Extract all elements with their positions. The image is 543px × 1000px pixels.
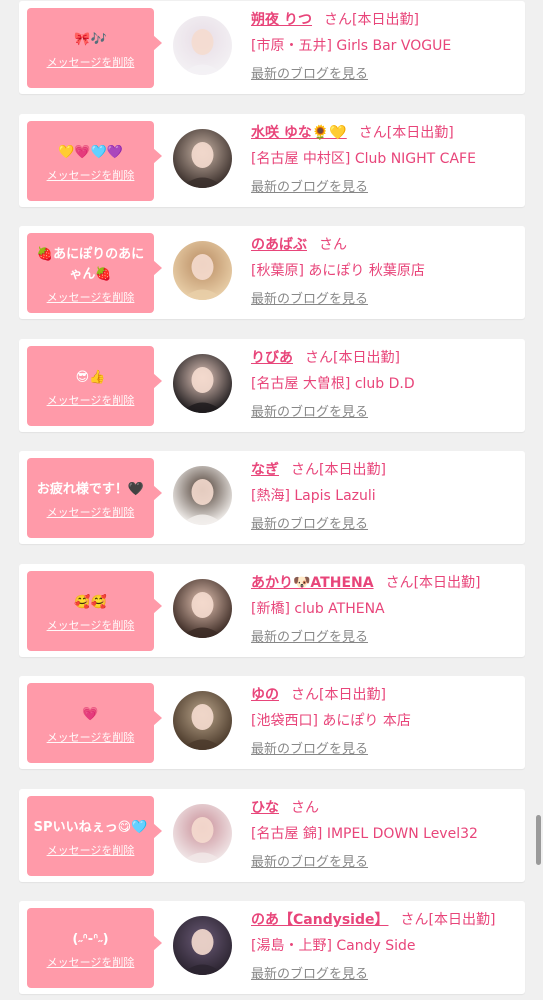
message-bubble: 🥰🥰 メッセージを削除 (27, 570, 162, 651)
cast-card: お疲れ様です！🖤 メッセージを削除 なぎ さん[本日出勤] [熱海] Lapis Laz… (19, 451, 525, 544)
avatar[interactable] (173, 691, 232, 750)
avatar[interactable] (173, 128, 232, 188)
message-text: お疲れ様です！🖤 (36, 482, 145, 497)
message-text: 💛💗🩵💜 (58, 144, 123, 160)
latest-blog-link[interactable]: 最新のブログを見る (251, 628, 368, 648)
delete-message-link[interactable]: メッセージを削除 (47, 617, 135, 633)
latest-blog-link[interactable]: 最新のブログを見る (251, 965, 368, 985)
shop-name: [市原・五井] Girls Bar VOGUE (251, 38, 452, 54)
work-status: [本日出勤] (333, 349, 400, 366)
latest-blog-link[interactable]: 最新のブログを見る (251, 403, 368, 423)
message-bubble: 💛💗🩵💜 メッセージを削除 (27, 120, 162, 201)
work-status: [本日出勤] (352, 12, 419, 28)
cast-name-link[interactable]: 水咲 ゆな🌻💛 (251, 125, 347, 141)
avatar[interactable] (173, 241, 232, 300)
honorific: さん (305, 349, 333, 366)
delete-message-link[interactable]: メッセージを削除 (47, 504, 135, 520)
avatar[interactable] (173, 353, 232, 413)
message-bubble: お疲れ様です！🖤 メッセージを削除 (27, 458, 162, 538)
name-line: のあ【Candyside】 さん[本日出勤] (251, 910, 495, 930)
message-text: (˶ᐢ-ᐢ˶) (72, 932, 109, 947)
name-line: のあばぶ さん (251, 235, 347, 255)
honorific: さん (319, 237, 347, 253)
shop-name: [熱海] Lapis Lazuli (251, 488, 376, 504)
message-bubble: SPいいねぇっ😋🩵 メッセージを削除 (27, 795, 162, 876)
cast-card: (˶ᐢ-ᐢ˶) メッセージを削除 のあ【Candyside】 さん[本日出勤] [湯島・… (19, 901, 525, 994)
cast-name-link[interactable]: 朔夜 りつ (251, 12, 312, 28)
cast-card: 💗 メッセージを削除 ゆの さん[本日出勤] [池袋西口] あにぽり 本店最新のブログを… (19, 676, 525, 769)
honorific: さん (358, 124, 387, 141)
cast-name-link[interactable]: のあ【Candyside】 (251, 912, 388, 928)
shop-name: [新橋] club ATHENA (251, 600, 385, 617)
message-text: 🍓あにぽりのあにゃん🍓 (36, 247, 145, 282)
name-line: 朔夜 りつ さん[本日出勤] (251, 10, 419, 30)
latest-blog-link[interactable]: 最新のブログを見る (251, 290, 368, 310)
shop-name: [名古屋 中村区] Club NIGHT CAFE (251, 150, 476, 167)
message-text: 🥰🥰 (74, 594, 107, 610)
cast-card: 💛💗🩵💜 メッセージを削除 水咲 ゆな🌻💛 さん[本日出勤] [名古屋 中村区] Clu… (19, 113, 525, 207)
shop-name: [名古屋 錦] IMPEL DOWN Level32 (251, 825, 478, 842)
scrollbar[interactable] (536, 815, 541, 865)
cast-card: 🎀🎶 メッセージを削除 朔夜 りつ さん[本日出勤] [市原・五井] Girls Bar… (19, 1, 525, 94)
name-line: りびあ さん[本日出勤] (251, 348, 400, 368)
cast-name-link[interactable]: りびあ (251, 350, 293, 366)
delete-message-link[interactable]: メッセージを削除 (47, 289, 135, 305)
avatar[interactable] (173, 578, 232, 638)
message-bubble: 😎👍 メッセージを削除 (27, 345, 162, 426)
cast-name-link[interactable]: あかり🐶ATHENA (251, 575, 374, 591)
delete-message-link[interactable]: メッセージを削除 (47, 392, 135, 408)
honorific: さん (400, 912, 429, 928)
message-text: 😎👍 (75, 369, 106, 385)
shop-name: [秋葉原] あにぽり 秋葉原店 (251, 263, 425, 279)
honorific: さん (385, 574, 414, 591)
shop-name: [名古屋 大曽根] club D.D (251, 375, 415, 392)
honorific: さん (291, 687, 319, 703)
latest-blog-link[interactable]: 最新のブログを見る (251, 65, 368, 85)
cast-card: 🥰🥰 メッセージを削除 あかり🐶ATHENA さん[本日出勤] [新橋] club AT… (19, 563, 525, 657)
honorific: さん (291, 799, 319, 816)
avatar[interactable] (173, 803, 232, 863)
message-bubble: 🎀🎶 メッセージを削除 (27, 8, 162, 88)
work-status: [本日出勤] (386, 124, 454, 141)
name-line: ひな さん (251, 798, 319, 818)
cast-name-link[interactable]: のあばぶ (251, 237, 307, 253)
message-bubble: 💗 メッセージを削除 (27, 683, 162, 763)
name-line: 水咲 ゆな🌻💛 さん[本日出勤] (251, 123, 454, 143)
avatar[interactable] (173, 16, 232, 75)
work-status: [本日出勤] (319, 462, 386, 478)
cast-name-link[interactable]: ゆの (251, 687, 279, 703)
message-bubble: 🍓あにぽりのあにゃん🍓 メッセージを削除 (27, 233, 162, 313)
delete-message-link[interactable]: メッセージを削除 (47, 167, 135, 183)
cast-card: 😎👍 メッセージを削除 りびあ さん[本日出勤] [名古屋 大曽根] club D.D 最… (19, 338, 525, 432)
work-status: [本日出勤] (428, 912, 496, 928)
cast-card: 🍓あにぽりのあにゃん🍓 メッセージを削除 のあばぶ さん [秋葉原] あにぽり 秋葉原店… (19, 226, 525, 319)
shop-name: [池袋西口] あにぽり 本店 (251, 713, 411, 729)
work-status: [本日出勤] (319, 687, 386, 703)
delete-message-link[interactable]: メッセージを削除 (47, 954, 135, 970)
message-text: 💗 (82, 707, 99, 722)
avatar[interactable] (173, 466, 232, 525)
latest-blog-link[interactable]: 最新のブログを見る (251, 740, 368, 760)
avatar[interactable] (173, 916, 232, 975)
delete-message-link[interactable]: メッセージを削除 (47, 54, 135, 70)
latest-blog-link[interactable]: 最新のブログを見る (251, 515, 368, 535)
delete-message-link[interactable]: メッセージを削除 (47, 729, 135, 745)
message-bubble: (˶ᐢ-ᐢ˶) メッセージを削除 (27, 908, 162, 988)
message-text: SPいいねぇっ😋🩵 (33, 819, 148, 835)
delete-message-link[interactable]: メッセージを削除 (47, 842, 135, 858)
message-text: 🎀🎶 (74, 32, 107, 47)
cast-card: SPいいねぇっ😋🩵 メッセージを削除 ひな さん [名古屋 錦] IMPEL DOWN … (19, 788, 525, 882)
name-line: あかり🐶ATHENA さん[本日出勤] (251, 573, 481, 593)
name-line: ゆの さん[本日出勤] (251, 685, 386, 705)
latest-blog-link[interactable]: 最新のブログを見る (251, 178, 368, 198)
name-line: なぎ さん[本日出勤] (251, 460, 386, 480)
work-status: [本日出勤] (413, 574, 481, 591)
latest-blog-link[interactable]: 最新のブログを見る (251, 853, 368, 873)
cast-name-link[interactable]: ひな (251, 800, 279, 816)
honorific: さん (291, 462, 319, 478)
honorific: さん (324, 12, 353, 28)
cast-name-link[interactable]: なぎ (251, 462, 279, 478)
shop-name: [湯島・上野] Candy Side (251, 938, 416, 954)
